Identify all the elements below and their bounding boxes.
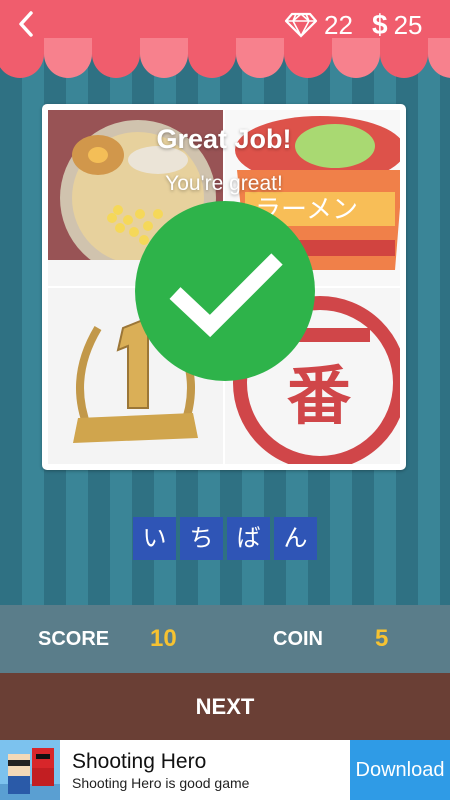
coin-value: 5 <box>375 625 389 652</box>
stats-bar: SCORE 10 COIN 5 <box>0 605 450 673</box>
back-button[interactable] <box>8 6 44 42</box>
answer-letter[interactable]: ん <box>274 517 317 560</box>
diamond-icon <box>284 12 318 38</box>
awning-scallop <box>0 38 450 80</box>
coin-label: COIN <box>273 628 323 650</box>
dollar-icon: $ <box>372 9 388 40</box>
game-app-icon[interactable] <box>0 740 60 800</box>
checkmark-icon <box>169 253 283 338</box>
answer-letter[interactable]: ば <box>227 517 270 560</box>
score-label: SCORE <box>38 628 110 650</box>
cash-counter: $ 25 <box>372 8 423 42</box>
gems-count: 22 <box>324 9 353 40</box>
result-title: Great Job! <box>156 124 292 154</box>
success-badge <box>135 201 315 381</box>
answer-letter[interactable]: ち <box>180 517 223 560</box>
score-value: 10 <box>150 625 177 652</box>
picture-card: ラーメン 番 Great Job! You're great! <box>42 104 406 470</box>
answer-letter[interactable]: い <box>133 517 176 560</box>
download-button[interactable]: Download <box>350 740 450 800</box>
ad-subtitle: Shooting Hero is good game <box>72 775 250 791</box>
chevron-left-icon <box>19 11 33 37</box>
ad-banner[interactable]: Shooting Hero Shooting Hero is good game… <box>0 740 450 800</box>
answer-letters: い ち ば ん <box>133 517 317 560</box>
next-button[interactable]: NEXT <box>0 673 450 740</box>
result-subtitle: You're great! <box>165 172 283 195</box>
cash-count: 25 <box>393 9 423 40</box>
ad-title[interactable]: Shooting Hero <box>72 750 206 774</box>
gems-counter: 22 <box>284 8 353 42</box>
